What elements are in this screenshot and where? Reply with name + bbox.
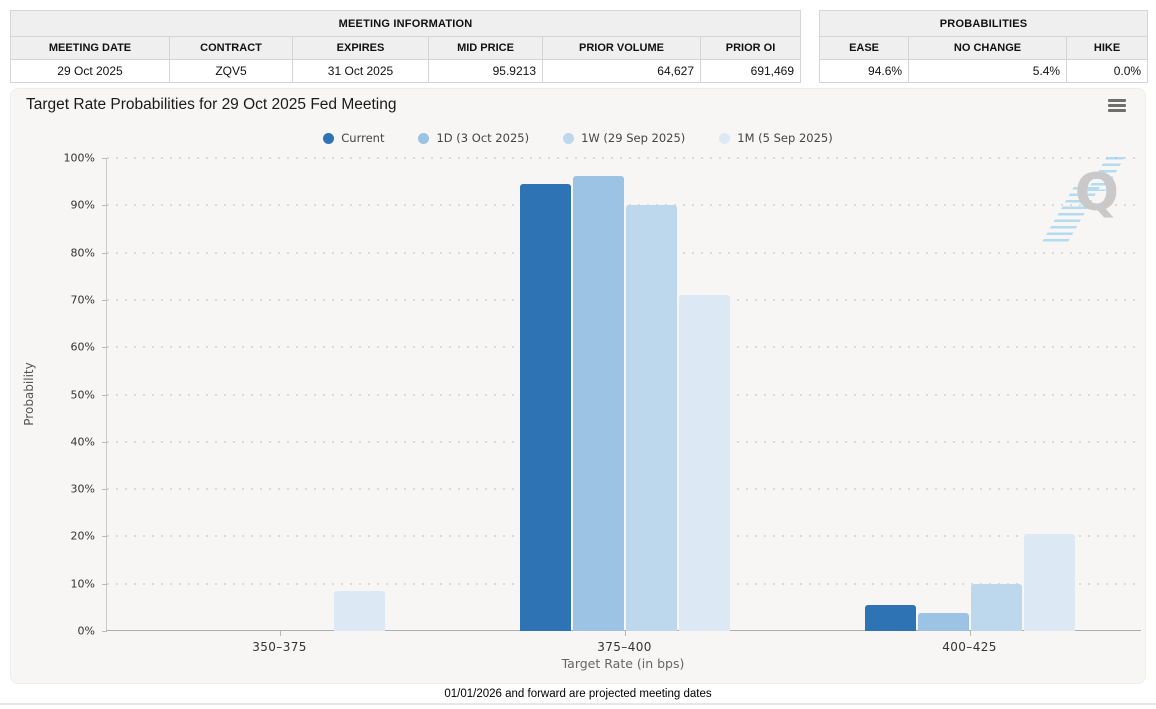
bar-1d-375–400[interactable]	[573, 176, 624, 631]
bar-1w-400–425[interactable]	[971, 584, 1022, 631]
x-tick	[280, 631, 281, 636]
x-tick-label: 375–400	[597, 640, 652, 654]
y-tick-label: 10%	[71, 577, 95, 590]
legend-dot-current	[323, 133, 334, 144]
legend-item-1w[interactable]: 1W (29 Sep 2025)	[563, 131, 685, 145]
fedwatch-page: MEETING INFORMATION MEETING DATE CONTRAC…	[0, 0, 1156, 709]
legend-dot-1d	[418, 133, 429, 144]
y-tick-label: 90%	[71, 199, 95, 212]
gridline-50	[107, 394, 1141, 396]
legend-dot-1m	[719, 133, 730, 144]
col-header-expires: EXPIRES	[293, 37, 429, 60]
chart-legend: Current 1D (3 Oct 2025) 1W (29 Sep 2025)…	[11, 131, 1145, 145]
col-header-prior-oi: PRIOR OI	[701, 37, 801, 60]
x-tick	[625, 631, 626, 636]
legend-label: Current	[341, 131, 384, 145]
y-tick-label: 80%	[71, 246, 95, 259]
col-header-no-change: NO CHANGE	[909, 37, 1067, 60]
x-tick-label: 400–425	[942, 640, 997, 654]
y-axis-title: Probability	[22, 362, 36, 425]
col-header-prior-volume: PRIOR VOLUME	[543, 37, 701, 60]
bar-current-375–400[interactable]	[520, 184, 571, 631]
probabilities-table: PROBABILITIES EASE NO CHANGE HIKE 94.6% …	[819, 10, 1148, 83]
legend-label: 1M (5 Sep 2025)	[737, 131, 832, 145]
y-tick	[102, 536, 107, 537]
y-tick	[102, 584, 107, 585]
bar-current-400–425[interactable]	[865, 605, 916, 631]
legend-label: 1D (3 Oct 2025)	[436, 131, 529, 145]
gridline-80	[107, 252, 1141, 254]
prior-volume-value: 64,627	[543, 60, 701, 83]
probabilities-title: PROBABILITIES	[820, 11, 1148, 37]
y-tick	[102, 631, 107, 632]
probabilities-row: 94.6% 5.4% 0.0%	[820, 60, 1148, 83]
col-header-contract: CONTRACT	[170, 37, 293, 60]
y-tick	[102, 347, 107, 348]
y-tick	[102, 489, 107, 490]
legend-item-current[interactable]: Current	[323, 131, 384, 145]
y-tick	[102, 300, 107, 301]
bar-1m-400–425[interactable]	[1024, 534, 1075, 631]
plot-area: 0%10%20%30%40%50%60%70%80%90%100%350–375…	[106, 158, 1141, 631]
col-header-mid-price: MID PRICE	[429, 37, 543, 60]
y-tick	[102, 158, 107, 159]
ease-value: 94.6%	[820, 60, 909, 83]
x-axis-title: Target Rate (in bps)	[562, 656, 685, 671]
x-tick-label: 350–375	[252, 640, 307, 654]
gridline-90	[107, 204, 1141, 206]
y-tick	[102, 205, 107, 206]
bottom-divider	[0, 703, 1156, 705]
meeting-date-value: 29 Oct 2025	[11, 60, 170, 83]
meeting-information-table: MEETING INFORMATION MEETING DATE CONTRAC…	[10, 10, 801, 83]
legend-label: 1W (29 Sep 2025)	[581, 131, 685, 145]
contract-value: ZQV5	[170, 60, 293, 83]
hike-value: 0.0%	[1067, 60, 1148, 83]
col-header-ease: EASE	[820, 37, 909, 60]
y-tick-label: 0%	[78, 625, 95, 638]
y-tick	[102, 253, 107, 254]
col-header-meeting-date: MEETING DATE	[11, 37, 170, 60]
x-tick	[970, 631, 971, 636]
mid-price-value: 95.9213	[429, 60, 543, 83]
bar-1m-350–375[interactable]	[334, 591, 385, 631]
bar-1d-400–425[interactable]	[918, 613, 969, 631]
y-tick-label: 70%	[71, 293, 95, 306]
gridline-30	[107, 488, 1141, 490]
col-header-hike: HIKE	[1067, 37, 1148, 60]
gridline-20	[107, 535, 1141, 537]
chart-panel: Target Rate Probabilities for 29 Oct 202…	[10, 88, 1146, 684]
legend-item-1d[interactable]: 1D (3 Oct 2025)	[418, 131, 529, 145]
y-tick-label: 100%	[64, 152, 95, 165]
footer-note: 01/01/2026 and forward are projected mee…	[0, 688, 1156, 700]
gridline-60	[107, 346, 1141, 348]
gridline-40	[107, 441, 1141, 443]
y-tick	[102, 442, 107, 443]
y-tick-label: 20%	[71, 530, 95, 543]
bar-1m-375–400[interactable]	[679, 295, 730, 631]
y-tick-label: 60%	[71, 341, 95, 354]
prior-oi-value: 691,469	[701, 60, 801, 83]
hamburger-menu-icon[interactable]	[1108, 99, 1126, 114]
bar-1w-375–400[interactable]	[626, 205, 677, 631]
top-tables: MEETING INFORMATION MEETING DATE CONTRAC…	[0, 0, 1156, 83]
y-tick	[102, 395, 107, 396]
meeting-info-row: 29 Oct 2025 ZQV5 31 Oct 2025 95.9213 64,…	[11, 60, 801, 83]
chart-title: Target Rate Probabilities for 29 Oct 202…	[26, 96, 396, 114]
expires-value: 31 Oct 2025	[293, 60, 429, 83]
gridline-100	[107, 157, 1141, 159]
no-change-value: 5.4%	[909, 60, 1067, 83]
y-tick-label: 40%	[71, 435, 95, 448]
legend-item-1m[interactable]: 1M (5 Sep 2025)	[719, 131, 832, 145]
legend-dot-1w	[563, 133, 574, 144]
y-tick-label: 50%	[71, 388, 95, 401]
gridline-70	[107, 299, 1141, 301]
meeting-info-title: MEETING INFORMATION	[11, 11, 801, 37]
y-tick-label: 30%	[71, 483, 95, 496]
